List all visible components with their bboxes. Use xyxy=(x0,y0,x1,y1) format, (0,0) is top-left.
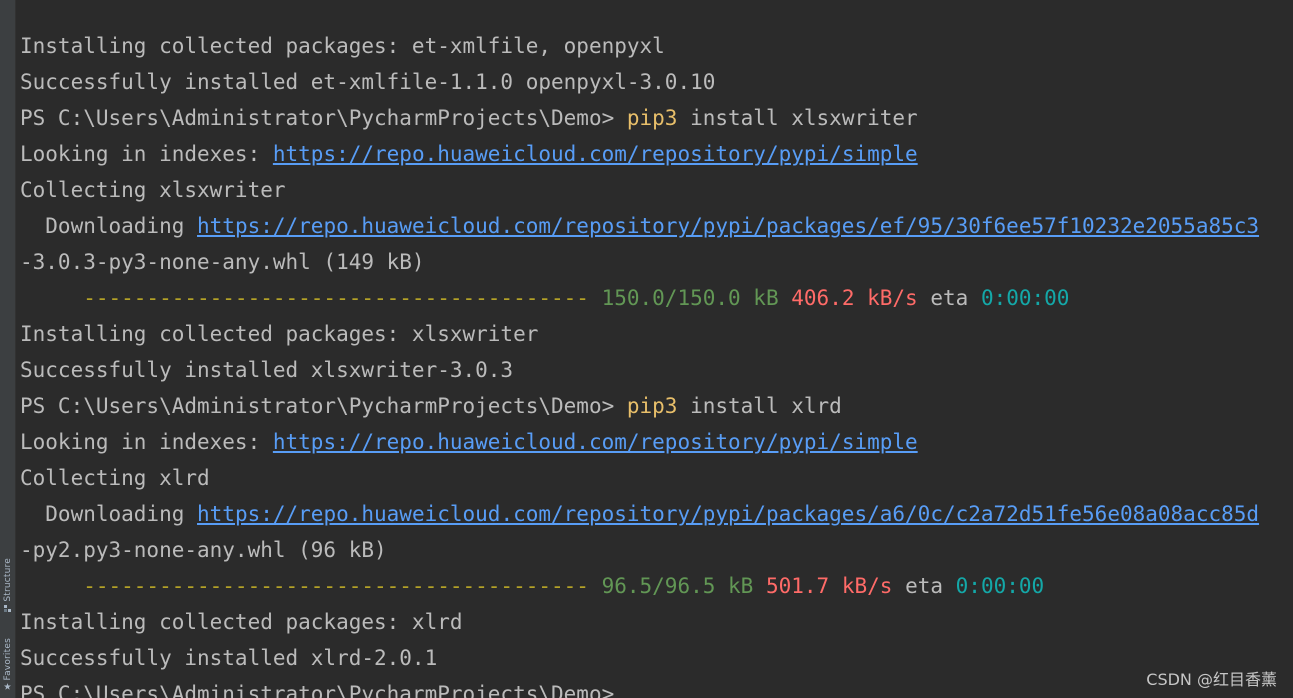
terminal-line: Looking in indexes: https://repo.huaweic… xyxy=(20,424,1293,460)
progress-bar: ---------------------------------------- xyxy=(20,574,602,598)
command-args: install xlsxwriter xyxy=(677,106,918,130)
output-text: Collecting xlsxwriter xyxy=(20,178,286,202)
terminal-line: Downloading https://repo.huaweicloud.com… xyxy=(20,208,1293,244)
command-args: install xlrd xyxy=(677,394,842,418)
download-speed: 501.7 kB/s xyxy=(765,574,893,598)
ide-terminal-window: Structure Favorites Installing collected… xyxy=(0,0,1293,698)
command-name: pip3 xyxy=(626,106,678,130)
index-url-link[interactable]: https://repo.huaweicloud.com/repository/… xyxy=(273,142,918,166)
star-icon xyxy=(4,683,11,690)
shell-prompt: PS C:\Users\Administrator\PycharmProject… xyxy=(20,682,615,698)
download-url-link[interactable]: https://repo.huaweicloud.com/repository/… xyxy=(197,214,1259,238)
progress-bar: ---------------------------------------- xyxy=(20,286,602,310)
terminal-line: Looking in indexes: https://repo.huaweic… xyxy=(20,136,1293,172)
prompt-line: PS C:\Users\Administrator\PycharmProject… xyxy=(20,676,1293,698)
index-url-link[interactable]: https://repo.huaweicloud.com/repository/… xyxy=(273,430,918,454)
terminal-output[interactable]: Installing collected packages: et-xmlfil… xyxy=(20,0,1293,698)
left-tool-strip: Structure Favorites xyxy=(0,0,16,698)
favorites-tab-label: Favorites xyxy=(2,637,13,681)
terminal-line: Installing collected packages: xlrd xyxy=(20,604,1293,640)
terminal-line: Collecting xlsxwriter xyxy=(20,172,1293,208)
output-text: Successfully installed xlrd-2.0.1 xyxy=(20,646,438,670)
download-label: Downloading xyxy=(20,502,198,526)
index-label: Looking in indexes: xyxy=(20,430,273,454)
download-speed: 406.2 kB/s xyxy=(791,286,918,310)
terminal-line: Downloading https://repo.huaweicloud.com… xyxy=(20,496,1293,532)
structure-tab[interactable]: Structure xyxy=(0,548,15,622)
watermark: CSDN @红目香薰 xyxy=(1146,670,1277,689)
shell-prompt: PS C:\Users\Administrator\PycharmProject… xyxy=(20,106,627,130)
command-name: pip3 xyxy=(626,394,678,418)
download-size: 150.0/150.0 kB xyxy=(601,286,779,310)
terminal-line: Successfully installed et-xmlfile-1.1.0 … xyxy=(20,64,1293,100)
structure-tab-label: Structure xyxy=(2,558,13,602)
favorites-tab[interactable]: Favorites xyxy=(0,630,15,698)
download-size: 96.5/96.5 kB xyxy=(601,574,754,598)
terminal-line xyxy=(20,0,1293,28)
terminal-line: Installing collected packages: xlsxwrite… xyxy=(20,316,1293,352)
output-text: Installing collected packages: et-xmlfil… xyxy=(20,34,665,58)
terminal-line: Collecting xlrd xyxy=(20,460,1293,496)
output-text: Collecting xlrd xyxy=(20,466,210,490)
terminal-line: Installing collected packages: et-xmlfil… xyxy=(20,28,1293,64)
output-text: Successfully installed et-xmlfile-1.1.0 … xyxy=(20,70,716,94)
eta-value: 0:00:00 xyxy=(980,286,1070,310)
output-text: -py2.py3-none-any.whl (96 kB) xyxy=(20,538,387,562)
terminal-line: Successfully installed xlrd-2.0.1 xyxy=(20,640,1293,676)
structure-icon xyxy=(4,604,11,612)
eta-label: eta xyxy=(905,574,943,598)
terminal-line: -3.0.3-py3-none-any.whl (149 kB) xyxy=(20,244,1293,280)
index-label: Looking in indexes: xyxy=(20,142,273,166)
download-label: Downloading xyxy=(20,214,198,238)
progress-line: ----------------------------------------… xyxy=(20,280,1293,316)
prompt-line: PS C:\Users\Administrator\PycharmProject… xyxy=(20,388,1293,424)
terminal-line: -py2.py3-none-any.whl (96 kB) xyxy=(20,532,1293,568)
prompt-line: PS C:\Users\Administrator\PycharmProject… xyxy=(20,100,1293,136)
terminal-line: Successfully installed xlsxwriter-3.0.3 xyxy=(20,352,1293,388)
download-url-link[interactable]: https://repo.huaweicloud.com/repository/… xyxy=(197,502,1259,526)
output-text: -3.0.3-py3-none-any.whl (149 kB) xyxy=(20,250,425,274)
progress-line: ----------------------------------------… xyxy=(20,568,1293,604)
eta-value: 0:00:00 xyxy=(955,574,1045,598)
output-text: Successfully installed xlsxwriter-3.0.3 xyxy=(20,358,514,382)
shell-prompt: PS C:\Users\Administrator\PycharmProject… xyxy=(20,394,627,418)
eta-label: eta xyxy=(930,286,969,310)
output-text: Installing collected packages: xlsxwrite… xyxy=(20,322,539,346)
output-text: Installing collected packages: xlrd xyxy=(20,610,463,634)
